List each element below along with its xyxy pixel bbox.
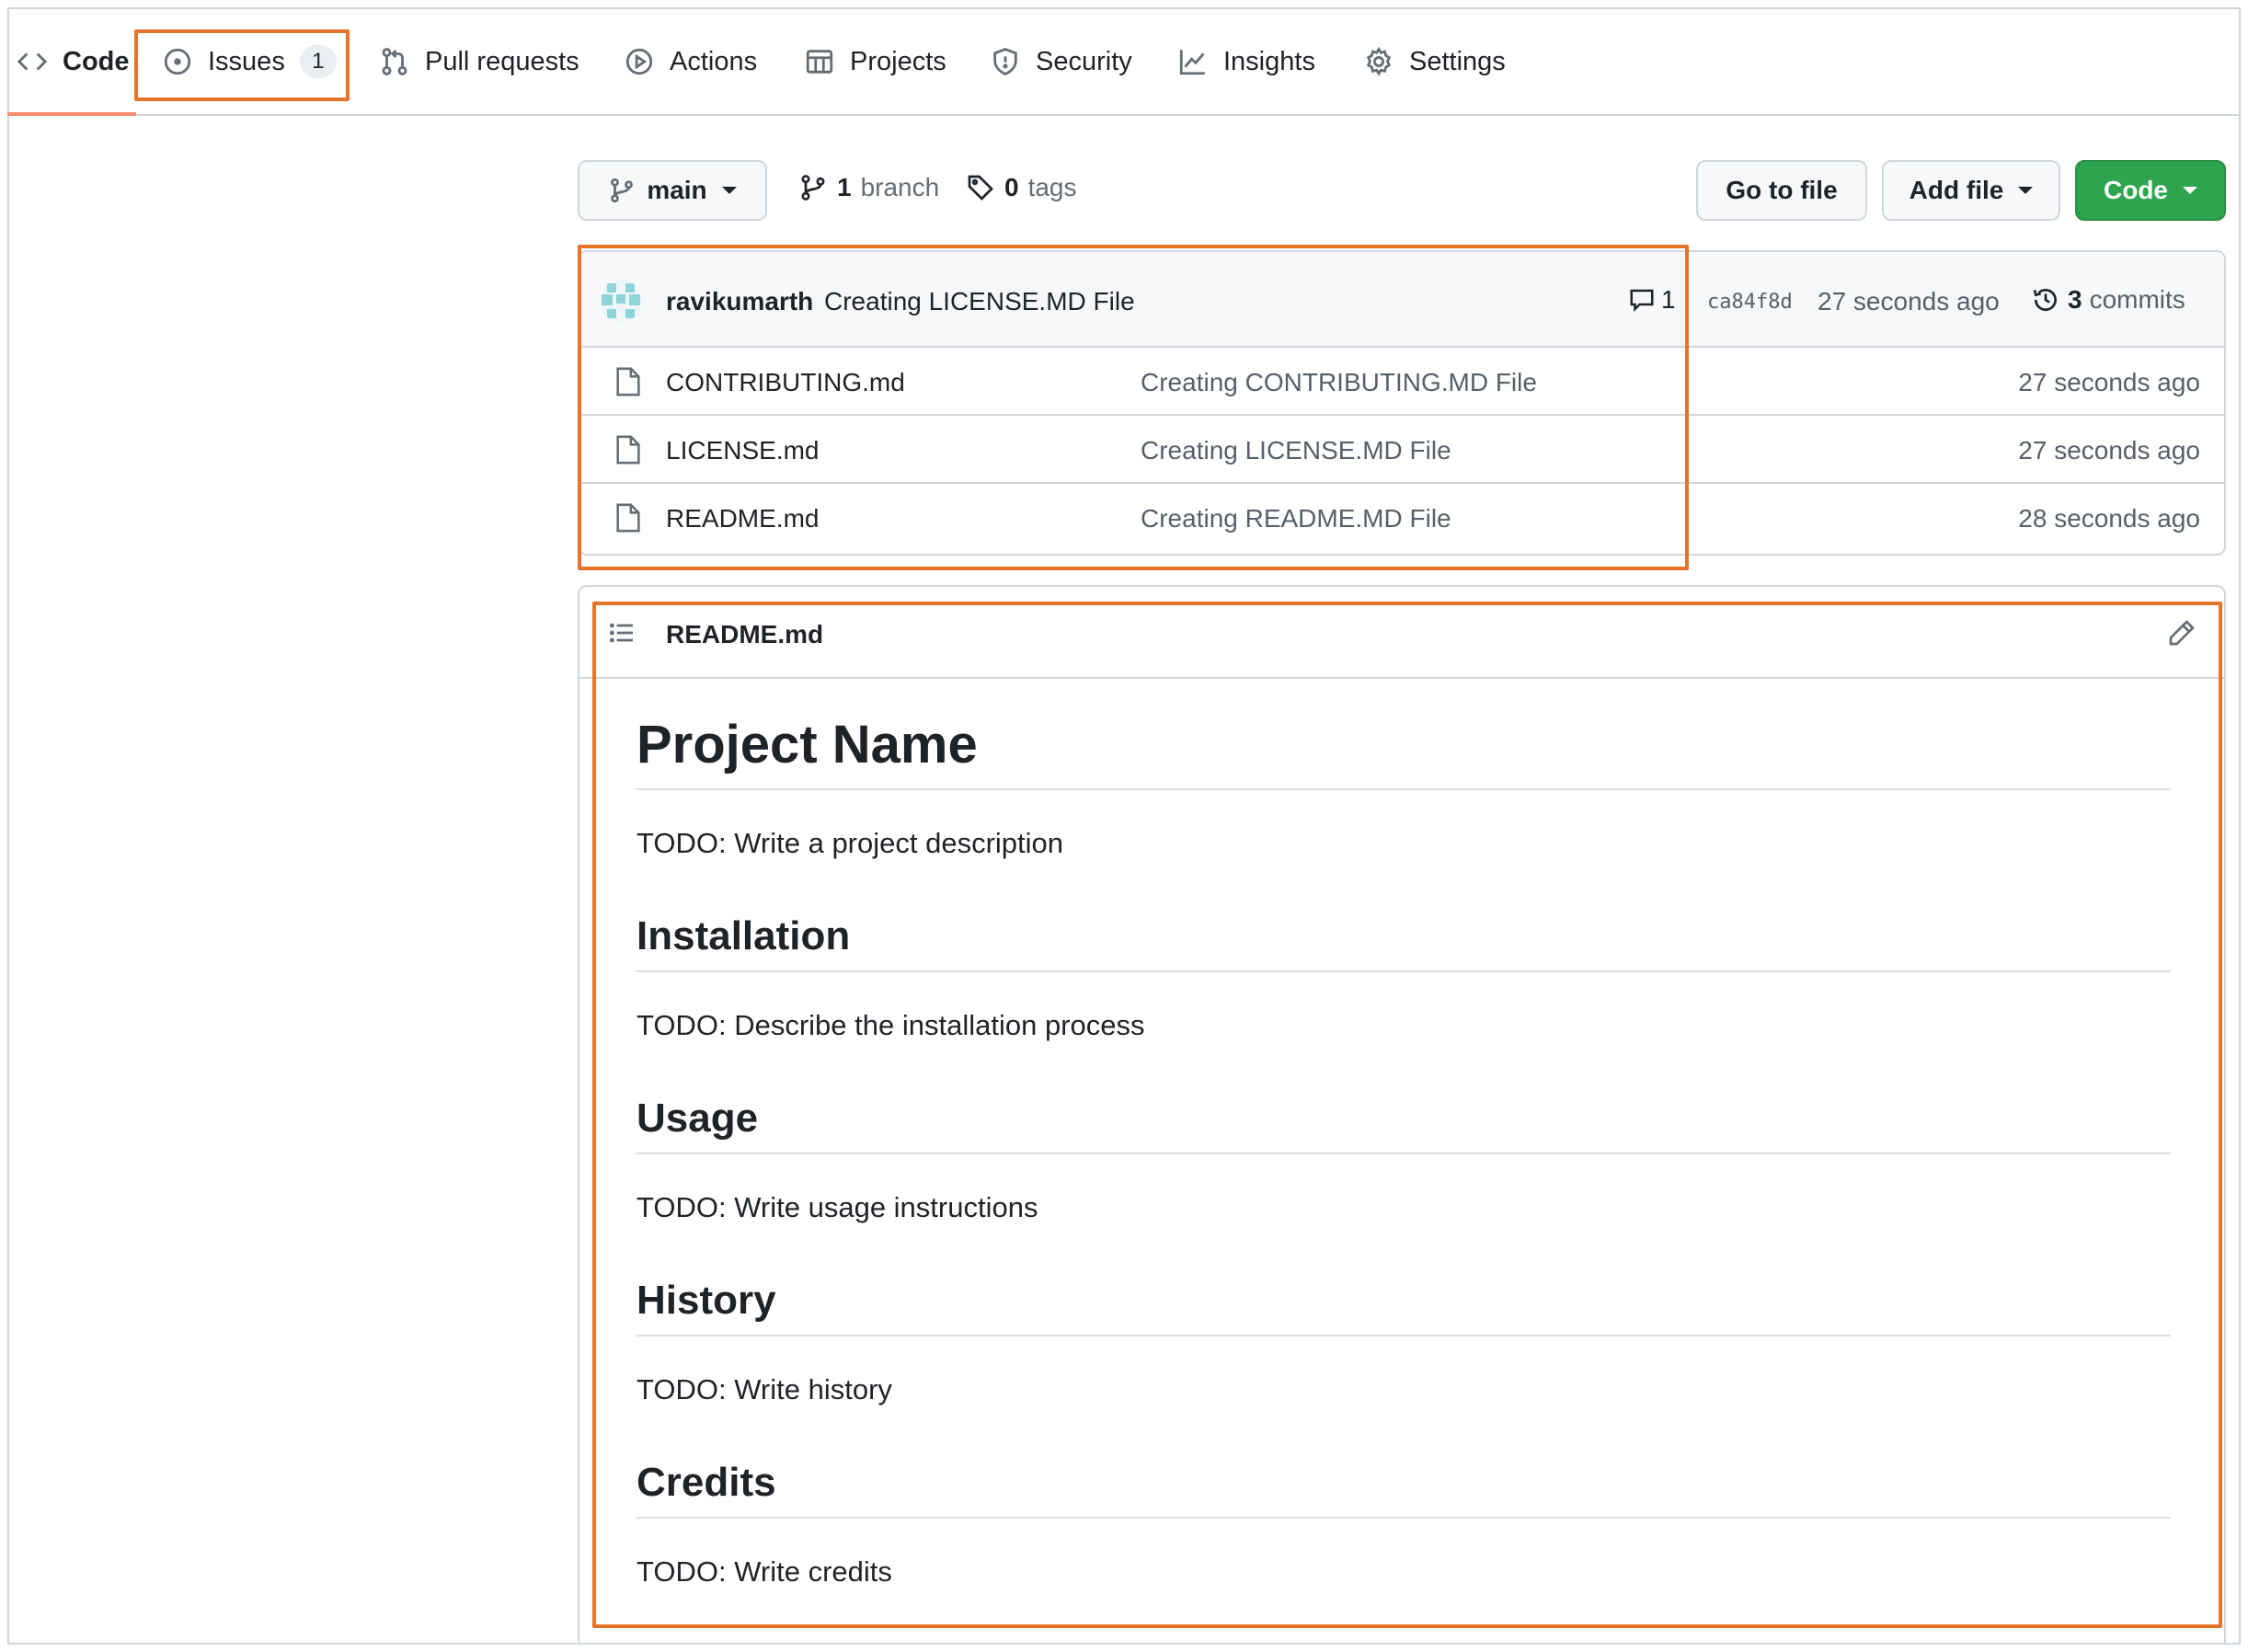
tab-code-label: Code (63, 46, 130, 76)
branches-count: 1 (837, 173, 852, 201)
repo-nav: Code Issues 1 Pull requests Actions Proj… (7, 7, 2241, 116)
go-to-file-label: Go to file (1726, 176, 1838, 204)
file-age: 27 seconds ago (2018, 368, 2200, 396)
branches-label: branch (860, 173, 940, 201)
code-button-label: Code (2104, 176, 2168, 204)
tab-projects[interactable]: Projects (804, 7, 946, 116)
file-commit-message[interactable]: Creating LICENSE.MD File (1141, 436, 1451, 465)
file-name[interactable]: LICENSE.md (666, 436, 820, 465)
tags-label: tags (1027, 173, 1077, 201)
commits-history-link[interactable]: 3 commits (2031, 285, 2185, 315)
branches-link[interactable]: 1 branch (798, 173, 939, 202)
file-age: 27 seconds ago (2018, 436, 2200, 465)
readme-heading-credits: Credits (637, 1452, 2171, 1519)
file-row[interactable]: LICENSE.md Creating LICENSE.MD File 27 s… (579, 416, 2224, 484)
git-branch-icon (801, 175, 825, 201)
tab-settings-label: Settings (1409, 46, 1506, 76)
readme-filename[interactable]: README.md (666, 620, 823, 649)
readme-header: README.md (579, 587, 2224, 679)
tab-issues[interactable]: Issues 1 (162, 7, 337, 116)
file-listing: ravikumarth Creating LICENSE.MD File 1 c… (578, 250, 2226, 556)
tab-insights[interactable]: Insights (1177, 7, 1315, 116)
graph-icon (1179, 50, 1205, 75)
readme-content: Project Name TODO: Write a project descr… (637, 679, 2171, 1635)
file-name[interactable]: CONTRIBUTING.md (666, 368, 905, 397)
commit-time: 27 seconds ago (1818, 287, 2000, 315)
readme-text-usage: TODO: Write usage instructions (637, 1191, 1038, 1223)
tags-count: 0 (1004, 173, 1019, 201)
file-name[interactable]: README.md (666, 504, 819, 533)
commits-label: commits (2089, 285, 2185, 314)
tab-projects-label: Projects (850, 46, 946, 76)
chevron-down-icon (2183, 187, 2197, 194)
file-row[interactable]: CONTRIBUTING.md Creating CONTRIBUTING.MD… (579, 348, 2224, 416)
comment-count: 1 (1661, 285, 1676, 314)
branch-selector-label: main (647, 176, 707, 204)
branch-selector-button[interactable]: main (578, 160, 767, 221)
tags-link[interactable]: 0 tags (966, 173, 1077, 202)
code-icon (17, 52, 48, 71)
commit-message[interactable]: Creating LICENSE.MD File (824, 287, 1135, 316)
tab-pull-requests-label: Pull requests (425, 46, 579, 76)
code-button[interactable]: Code (2075, 160, 2226, 221)
tab-code[interactable]: Code (17, 7, 130, 116)
table-icon (806, 50, 833, 74)
tag-icon (968, 175, 993, 201)
file-age: 28 seconds ago (2018, 504, 2200, 533)
file-commit-message[interactable]: Creating CONTRIBUTING.MD File (1141, 368, 1537, 397)
file-icon (616, 367, 640, 396)
gear-icon (1366, 46, 1392, 76)
avatar[interactable] (600, 280, 642, 322)
shield-icon (993, 48, 1017, 76)
issue-opened-icon (164, 48, 191, 75)
latest-commit-bar: ravikumarth Creating LICENSE.MD File 1 c… (579, 252, 2224, 348)
readme-text-credits: TODO: Write credits (637, 1555, 892, 1588)
active-tab-underline (7, 112, 136, 116)
tab-settings[interactable]: Settings (1363, 7, 1506, 116)
add-file-label: Add file (1909, 176, 2004, 204)
go-to-file-button[interactable]: Go to file (1696, 160, 1867, 221)
pencil-icon[interactable] (2167, 618, 2196, 648)
readme-heading-installation: Installation (637, 906, 2171, 972)
readme-heading-usage: Usage (637, 1088, 2171, 1154)
tab-insights-label: Insights (1223, 46, 1315, 76)
readme-text-history: TODO: Write history (637, 1373, 892, 1405)
tab-actions-label: Actions (670, 46, 758, 76)
issues-counter: 1 (299, 45, 337, 78)
readme-intro: TODO: Write a project description (637, 827, 1064, 859)
chevron-down-icon (721, 187, 737, 194)
add-file-button[interactable]: Add file (1882, 160, 2060, 221)
commit-sha[interactable]: ca84f8d (1707, 291, 1793, 314)
readme-heading-history: History (637, 1270, 2171, 1337)
git-branch-icon (611, 178, 634, 203)
git-pull-request-icon (382, 48, 407, 75)
tab-pull-requests[interactable]: Pull requests (379, 7, 579, 116)
readme-text-installation: TODO: Describe the installation process (637, 1009, 1145, 1041)
chevron-down-icon (2018, 187, 2034, 194)
tab-issues-label: Issues (208, 46, 285, 76)
commit-comments[interactable]: 1 (1628, 285, 1676, 315)
readme-title: Project Name (637, 679, 2171, 790)
file-icon (616, 435, 640, 465)
history-icon (2033, 289, 2057, 311)
comment-icon (1630, 289, 1654, 313)
commit-author[interactable]: ravikumarth (666, 287, 813, 316)
file-icon (616, 503, 640, 533)
file-commit-message[interactable]: Creating README.MD File (1141, 504, 1451, 533)
commits-count: 3 (2068, 285, 2082, 314)
tab-security[interactable]: Security (990, 7, 1132, 116)
tab-security-label: Security (1036, 46, 1132, 76)
readme-panel: README.md Project Name TODO: Write a pro… (578, 585, 2226, 1643)
list-unordered-icon[interactable] (607, 618, 637, 648)
tab-actions[interactable]: Actions (624, 7, 757, 116)
file-row[interactable]: README.md Creating README.MD File 28 sec… (579, 484, 2224, 552)
play-icon (625, 48, 653, 75)
